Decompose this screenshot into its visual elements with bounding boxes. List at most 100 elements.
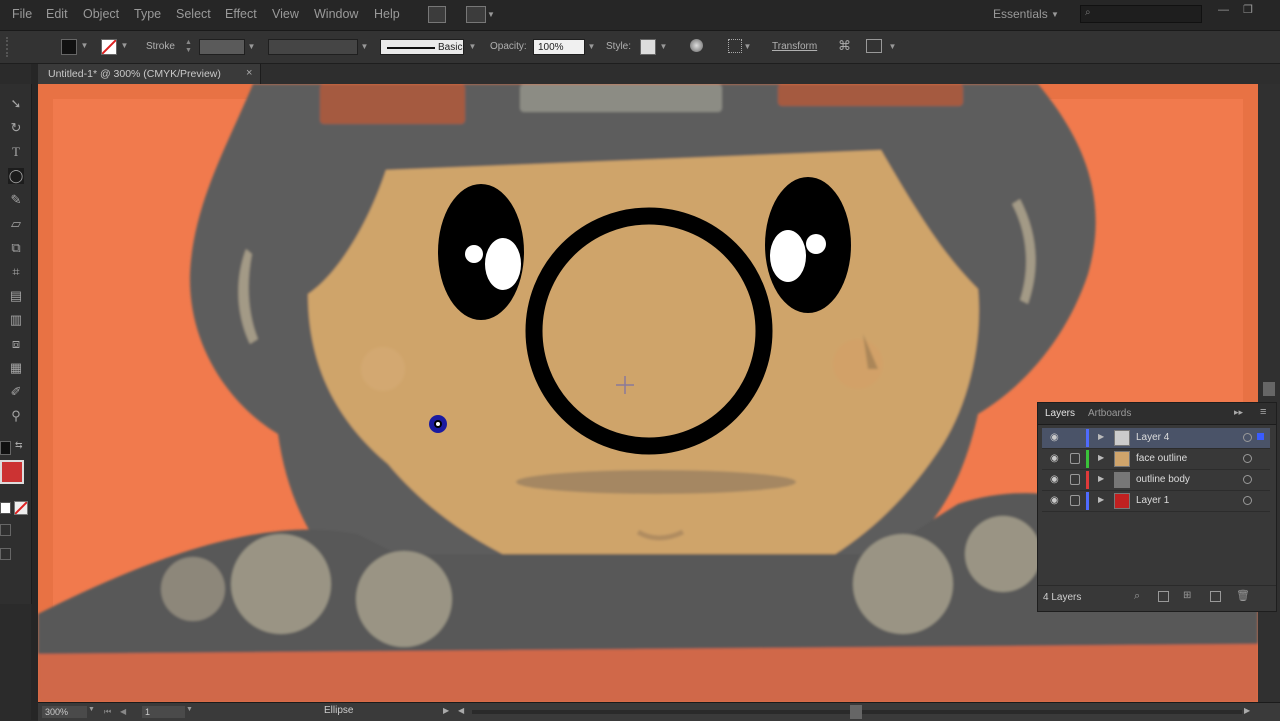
scroll-right-icon[interactable]: ▶	[1244, 706, 1250, 715]
chevron-down-icon[interactable]: ▼	[186, 706, 193, 713]
ellipse-tool-icon[interactable]: ◯	[8, 168, 24, 184]
column-graph-icon[interactable]: ▦	[8, 360, 24, 376]
stroke-weight-field[interactable]	[199, 39, 245, 55]
collapse-panel-icon[interactable]: ▸▸	[1234, 407, 1243, 418]
workspace-switcher[interactable]: Essentials	[993, 7, 1048, 21]
menu-object[interactable]: Object	[83, 7, 119, 21]
pencil-icon[interactable]: ✎	[8, 192, 24, 208]
opacity-label[interactable]: Opacity:	[490, 41, 527, 52]
visibility-eye-icon[interactable]: ◉	[1050, 495, 1059, 506]
chevron-down-icon[interactable]: ▼	[743, 40, 752, 54]
chevron-down-icon[interactable]: ▼	[120, 39, 129, 53]
expand-triangle-icon[interactable]: ▶	[1098, 453, 1104, 462]
expand-triangle-icon[interactable]: ▶	[1098, 432, 1104, 441]
restore-icon[interactable]: ❐	[1243, 3, 1253, 16]
align-icon[interactable]	[728, 39, 742, 53]
chevron-down-icon[interactable]: ▼	[587, 40, 596, 54]
target-circle-icon[interactable]	[1243, 433, 1252, 442]
chevron-down-icon[interactable]: ▼	[659, 40, 668, 54]
variable-width-field[interactable]	[268, 39, 358, 55]
layer-row[interactable]: ◉ ▶ outline body	[1042, 470, 1270, 491]
menu-edit[interactable]: Edit	[46, 7, 68, 21]
opacity-field[interactable]: 100%	[533, 39, 585, 55]
new-layer-icon[interactable]	[1210, 591, 1221, 602]
visibility-eye-icon[interactable]: ◉	[1050, 453, 1059, 464]
menu-file[interactable]: File	[12, 7, 32, 21]
status-menu-arrow-icon[interactable]: ▶	[443, 706, 449, 715]
layer-row[interactable]: ◉ ▶ Layer 1	[1042, 491, 1270, 512]
target-circle-icon[interactable]	[1243, 496, 1252, 505]
vertical-scroll-thumb[interactable]	[1263, 382, 1275, 396]
zoom-field[interactable]: 300%	[42, 706, 87, 718]
blend-icon[interactable]: ⧈	[8, 336, 24, 352]
expand-triangle-icon[interactable]: ▶	[1098, 495, 1104, 504]
isolate-object-icon[interactable]: ⌘	[838, 38, 851, 54]
menu-type[interactable]: Type	[134, 7, 161, 21]
target-circle-icon[interactable]	[1243, 454, 1252, 463]
stroke-label[interactable]: Stroke	[146, 41, 175, 52]
previous-artboard-icon[interactable]: ◀	[120, 707, 126, 716]
selection-square-icon[interactable]	[1257, 433, 1264, 440]
layer-row[interactable]: ◉ ▶ face outline	[1042, 449, 1270, 470]
free-transform-icon[interactable]: ⌗	[8, 264, 24, 280]
eyedropper-icon[interactable]: ✐	[8, 384, 24, 400]
transform-link[interactable]: Transform	[772, 41, 817, 52]
chevron-down-icon[interactable]: ▼	[88, 706, 95, 713]
artboard-field[interactable]: 1	[142, 706, 185, 718]
layer-row[interactable]: ◉ ▶ Layer 4	[1042, 428, 1270, 449]
draw-mode-icon[interactable]	[0, 524, 11, 536]
menu-select[interactable]: Select	[176, 7, 211, 21]
lasso-icon[interactable]: ↻	[8, 120, 24, 136]
visibility-eye-icon[interactable]: ◉	[1050, 474, 1059, 485]
layer-name[interactable]: outline body	[1136, 474, 1190, 485]
menu-window[interactable]: Window	[314, 7, 358, 21]
layer-name[interactable]: Layer 4	[1136, 432, 1169, 443]
chevron-down-icon[interactable]: ▼	[487, 10, 495, 19]
graphic-style-swatch[interactable]	[640, 39, 656, 55]
chevron-down-icon[interactable]: ▼	[888, 40, 897, 54]
menu-view[interactable]: View	[272, 7, 299, 21]
layer-name[interactable]: Layer 1	[1136, 495, 1169, 506]
scroll-left-icon[interactable]: ◀	[458, 706, 464, 715]
target-circle-icon[interactable]	[1243, 475, 1252, 484]
swap-colors-icon[interactable]: ⇆	[15, 440, 23, 451]
first-artboard-icon[interactable]: ⏮	[104, 707, 111, 717]
lock-icon[interactable]	[1070, 474, 1080, 485]
gradient-icon[interactable]: ▥	[8, 312, 24, 328]
expand-triangle-icon[interactable]: ▶	[1098, 474, 1104, 483]
stroke-swatch[interactable]	[101, 39, 117, 55]
tab-layers[interactable]: Layers	[1045, 408, 1075, 419]
symbol-sprayer-icon[interactable]: ▤	[8, 288, 24, 304]
stroke-color-icon[interactable]	[0, 460, 24, 484]
panel-menu-icon[interactable]	[866, 39, 882, 53]
search-input[interactable]: ⌕	[1080, 5, 1202, 23]
chevron-down-icon[interactable]: ▼	[80, 39, 89, 53]
locate-object-icon[interactable]: ⌕	[1134, 590, 1140, 603]
lock-icon[interactable]	[1070, 453, 1080, 464]
stepper-icon[interactable]: ▲ ▼	[185, 39, 195, 55]
minimize-icon[interactable]: —	[1218, 4, 1229, 16]
scale-tool-icon[interactable]: ⧉	[8, 240, 24, 256]
menu-help[interactable]: Help	[374, 7, 400, 21]
color-mode-icon[interactable]	[0, 502, 11, 514]
lock-icon[interactable]	[1070, 495, 1080, 506]
chevron-down-icon[interactable]: ▼	[468, 40, 477, 54]
tab-artboards[interactable]: Artboards	[1088, 408, 1131, 419]
fill-color-icon[interactable]	[0, 441, 11, 455]
arrange-documents-icon[interactable]	[466, 6, 486, 23]
panel-menu-icon[interactable]: ≡	[1260, 406, 1266, 418]
menu-effect[interactable]: Effect	[225, 7, 257, 21]
horizontal-scroll-thumb[interactable]	[850, 705, 862, 719]
chevron-down-icon[interactable]: ▼	[1051, 10, 1059, 19]
recolor-artwork-icon[interactable]	[690, 39, 703, 52]
document-tab[interactable]: Untitled-1* @ 300% (CMYK/Preview) ×	[38, 64, 261, 84]
visibility-eye-icon[interactable]: ◉	[1050, 432, 1059, 443]
direct-selection-icon[interactable]: ➘	[8, 96, 24, 112]
close-tab-icon[interactable]: ×	[246, 67, 252, 79]
chevron-down-icon[interactable]: ▼	[360, 40, 369, 54]
bridge-icon[interactable]	[428, 6, 446, 23]
make-clipping-mask-icon[interactable]	[1158, 591, 1169, 602]
fill-swatch[interactable]	[61, 39, 77, 55]
layer-name[interactable]: face outline	[1136, 453, 1187, 464]
brush-definition-field[interactable]: Basic	[380, 39, 464, 55]
